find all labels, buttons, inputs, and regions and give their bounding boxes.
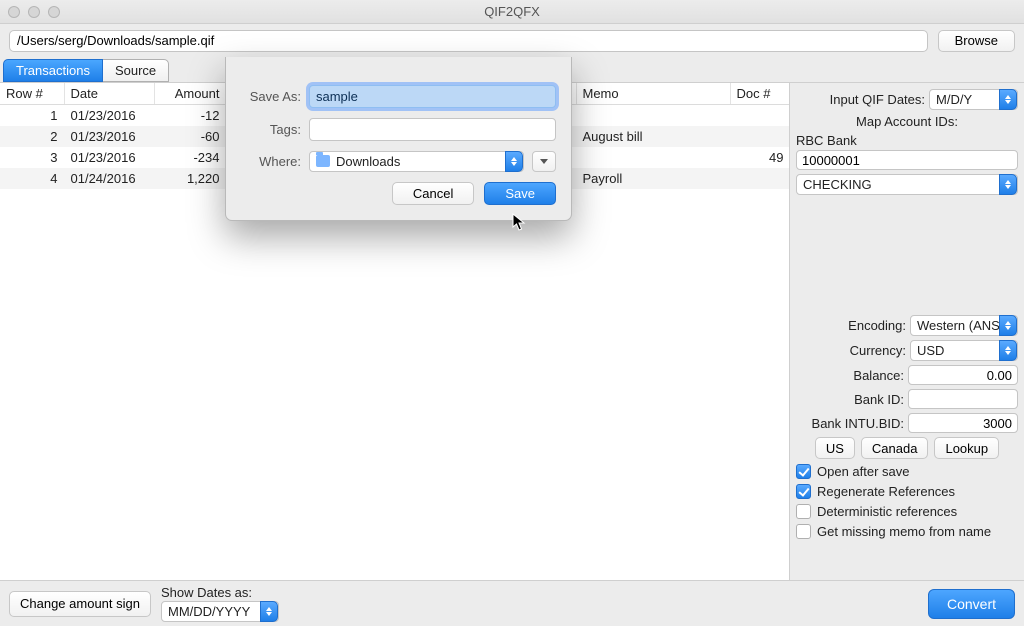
- col-row[interactable]: Row #: [0, 83, 64, 105]
- file-path-input[interactable]: [9, 30, 928, 52]
- dropdown-icon: [999, 89, 1017, 110]
- tags-input[interactable]: [309, 118, 556, 141]
- footer: Change amount sign Show Dates as: MM/DD/…: [0, 580, 1024, 626]
- canada-button[interactable]: Canada: [861, 437, 929, 459]
- zoom-window-icon[interactable]: [48, 6, 60, 18]
- balance-input[interactable]: [908, 365, 1018, 385]
- save-dialog: Save As: Tags: Where: Downloads Cancel S…: [225, 57, 572, 221]
- encoding-select[interactable]: Western (ANSI: [910, 315, 1018, 336]
- where-select[interactable]: Downloads: [309, 151, 524, 172]
- path-row: Browse: [0, 24, 1024, 57]
- where-label: Where:: [241, 154, 301, 169]
- balance-label: Balance:: [853, 368, 904, 383]
- dropdown-icon: [999, 340, 1017, 361]
- missing-memo-label: Get missing memo from name: [817, 524, 991, 539]
- intu-input[interactable]: [908, 413, 1018, 433]
- regenerate-refs-label: Regenerate References: [817, 484, 955, 499]
- cancel-button[interactable]: Cancel: [392, 182, 474, 205]
- show-dates-label: Show Dates as:: [161, 585, 279, 600]
- bank-name-label: RBC Bank: [796, 133, 1018, 148]
- save-as-label: Save As:: [241, 89, 301, 104]
- col-amount[interactable]: Amount: [154, 83, 226, 105]
- browse-button[interactable]: Browse: [938, 30, 1015, 52]
- folder-icon: [316, 155, 330, 167]
- convert-button[interactable]: Convert: [928, 589, 1015, 619]
- tab-source[interactable]: Source: [102, 59, 169, 82]
- us-button[interactable]: US: [815, 437, 855, 459]
- show-dates-select[interactable]: MM/DD/YYYY: [161, 601, 279, 622]
- encoding-label: Encoding:: [848, 318, 906, 333]
- bankid-input[interactable]: [908, 389, 1018, 409]
- col-doc[interactable]: Doc #: [730, 83, 790, 105]
- chevron-down-icon: [540, 159, 548, 164]
- save-as-input[interactable]: [309, 85, 556, 108]
- close-window-icon[interactable]: [8, 6, 20, 18]
- tab-transactions[interactable]: Transactions: [3, 59, 103, 82]
- dropdown-icon: [999, 315, 1017, 336]
- deterministic-refs-label: Deterministic references: [817, 504, 957, 519]
- regenerate-refs-checkbox[interactable]: [796, 484, 811, 499]
- titlebar: QIF2QFX: [0, 0, 1024, 24]
- side-panel: Input QIF Dates: M/D/Y Map Account IDs: …: [790, 83, 1024, 580]
- open-after-save-checkbox[interactable]: [796, 464, 811, 479]
- account-type-select[interactable]: CHECKING: [796, 174, 1018, 195]
- currency-select[interactable]: USD: [910, 340, 1018, 361]
- save-button[interactable]: Save: [484, 182, 556, 205]
- dropdown-icon: [505, 151, 523, 172]
- open-after-save-label: Open after save: [817, 464, 910, 479]
- dropdown-icon: [999, 174, 1017, 195]
- col-memo[interactable]: Memo: [576, 83, 730, 105]
- col-date[interactable]: Date: [64, 83, 154, 105]
- bankid-label: Bank ID:: [854, 392, 904, 407]
- account-id-input[interactable]: [796, 150, 1018, 170]
- window-title: QIF2QFX: [0, 4, 1024, 19]
- expand-dialog-button[interactable]: [532, 151, 556, 172]
- missing-memo-checkbox[interactable]: [796, 524, 811, 539]
- dropdown-icon: [260, 601, 278, 622]
- input-dates-select[interactable]: M/D/Y: [929, 89, 1018, 110]
- currency-label: Currency:: [850, 343, 906, 358]
- lookup-button[interactable]: Lookup: [934, 437, 999, 459]
- deterministic-refs-checkbox[interactable]: [796, 504, 811, 519]
- change-amount-sign-button[interactable]: Change amount sign: [9, 591, 151, 617]
- tags-label: Tags:: [241, 122, 301, 137]
- map-acct-label: Map Account IDs:: [796, 114, 1018, 129]
- minimize-window-icon[interactable]: [28, 6, 40, 18]
- input-dates-label: Input QIF Dates:: [830, 92, 925, 107]
- intu-label: Bank INTU.BID:: [812, 416, 904, 431]
